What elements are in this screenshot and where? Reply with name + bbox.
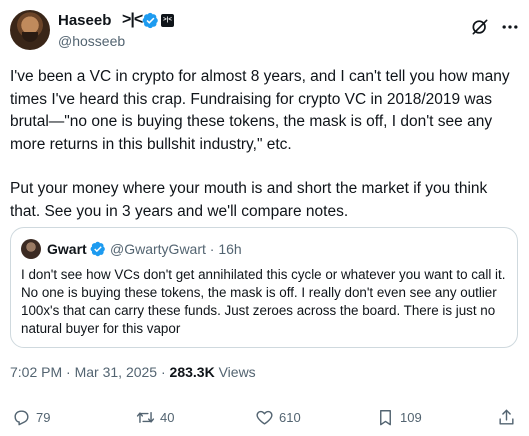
meta-separator: · [160,364,166,380]
repost-button[interactable]: 40 [136,406,174,428]
verified-badge-icon [90,241,105,257]
grok-icon[interactable] [470,17,490,37]
more-icon[interactable] [500,17,520,37]
like-button[interactable]: 610 [255,406,301,428]
bookmark-button[interactable]: 109 [376,406,422,428]
bookmark-count: 109 [400,409,422,425]
views-label: Views [218,364,256,380]
affiliate-badge-icon[interactable]: >|< [161,14,174,27]
verified-badge-icon[interactable] [142,12,159,29]
repost-icon [136,411,155,423]
author-display-name[interactable]: Haseeb [58,12,111,29]
quoted-tweet-text: I don't see how VCs don't get annihilate… [21,267,506,336]
quoted-separator: · [209,241,215,257]
tweet-date[interactable]: Mar 31, 2025 [75,364,158,380]
bookmark-icon [380,409,391,425]
author-handle[interactable]: @hosseeb [58,33,125,49]
tweet-meta: 7:02 PM · Mar 31, 2025 · 283.3K Views [10,364,256,380]
quoted-author-name: Gwart [47,241,87,257]
quoted-tweet[interactable]: Gwart @GwartyGwart · 16h I don't see how… [10,227,518,348]
tweet-paragraph: I've been a VC in crypto for almost 8 ye… [10,68,510,153]
share-icon [499,409,514,425]
quoted-author-handle: @GwartyGwart [110,241,206,257]
quoted-time: 16h [218,241,242,257]
share-button[interactable] [497,406,516,428]
tweet-time[interactable]: 7:02 PM [10,364,62,380]
reply-button[interactable]: 79 [12,406,50,428]
repost-count: 40 [160,409,175,425]
action-bar: 79 40 610 109 [0,402,529,432]
author-avatar[interactable] [10,10,50,50]
views-count[interactable]: 283.3K [170,364,215,380]
tweet-text: I've been a VC in crypto for almost 8 ye… [10,66,520,223]
like-count: 610 [279,409,301,425]
reply-icon [14,409,29,425]
tweet-paragraph: Put your money where your mouth is and s… [10,180,488,220]
meta-separator: · [66,364,71,380]
quoted-meta: @GwartyGwart · 16h [110,241,242,257]
tweet: Haseeb >|< >|< @hosseeb I've been a VC i… [0,0,529,436]
heart-icon [256,410,273,425]
author-name-suffix[interactable]: >|< [122,11,143,29]
reply-count: 79 [36,409,51,425]
quoted-author-avatar [21,239,41,259]
